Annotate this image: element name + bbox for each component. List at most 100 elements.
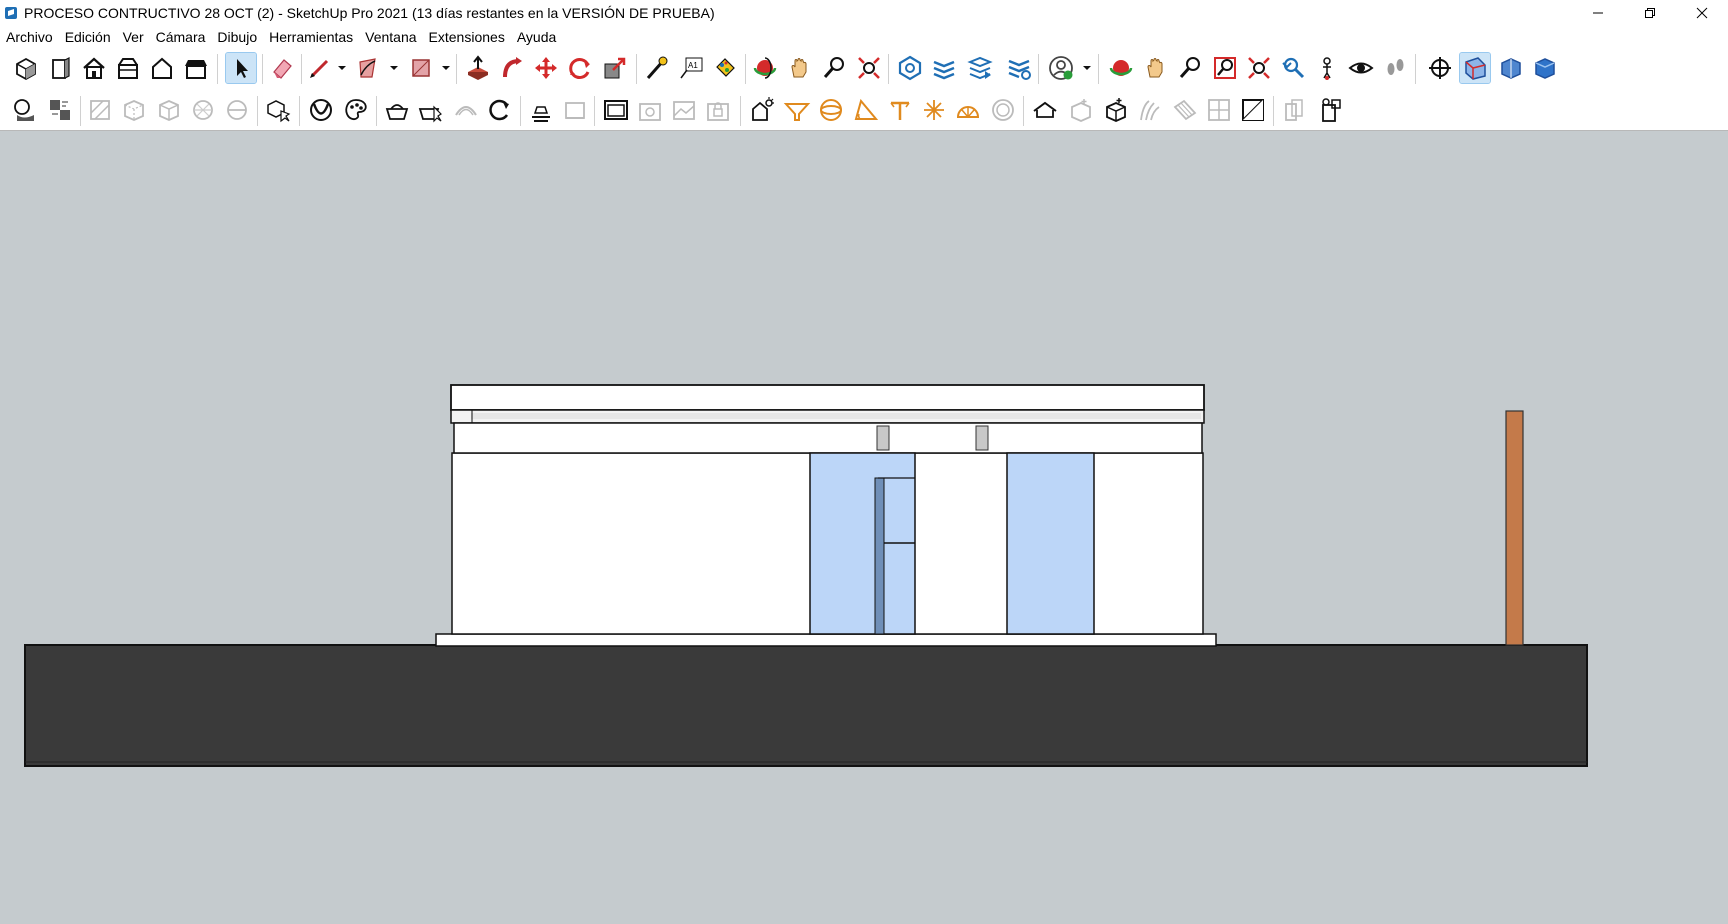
menu-bar: Archivo Edición Ver Cámara Dibujo Herram… [0, 26, 1728, 48]
back-edges-icon[interactable] [119, 95, 149, 125]
beam-support [876, 425, 890, 451]
rotate-icon[interactable] [565, 53, 595, 83]
extension-warehouse-icon[interactable] [965, 53, 995, 83]
materials-icon[interactable] [341, 95, 371, 125]
solar-north-icon[interactable] [747, 95, 777, 125]
protractor-icon[interactable] [851, 95, 881, 125]
dynamic-component-icon[interactable] [560, 95, 590, 125]
restore-icon[interactable] [1624, 0, 1676, 26]
front-view-icon[interactable] [45, 53, 75, 83]
tape-measure-icon[interactable] [641, 53, 671, 83]
sandbox-add-detail-icon[interactable] [485, 95, 515, 125]
walk-icon[interactable] [1380, 53, 1410, 83]
menu-dibujo[interactable]: Dibujo [211, 26, 263, 48]
section-cut-icon[interactable] [1496, 53, 1526, 83]
shadows-icon[interactable] [9, 95, 39, 125]
extension-manager-icon[interactable] [1004, 53, 1034, 83]
follow-me-icon[interactable] [497, 53, 527, 83]
text-icon[interactable]: A1 [676, 53, 706, 83]
box-top-icon[interactable] [181, 53, 211, 83]
zoom-icon[interactable] [819, 53, 849, 83]
sandbox-drape-icon[interactable] [451, 95, 481, 125]
iso-view-icon[interactable] [11, 53, 41, 83]
main-toolbar: A1 [0, 48, 1728, 90]
orbit-alt-icon[interactable] [1106, 53, 1136, 83]
minimize-icon[interactable] [1572, 0, 1624, 26]
styles-icon[interactable] [306, 95, 336, 125]
sandbox-from-contours-icon[interactable] [1135, 95, 1165, 125]
xray-icon[interactable] [85, 95, 115, 125]
unlock-box-icon[interactable] [1066, 95, 1096, 125]
axes-tool-icon[interactable] [919, 95, 949, 125]
door-frame [874, 477, 885, 635]
scene-tab-icon[interactable] [601, 95, 631, 125]
split-icon[interactable] [1279, 95, 1309, 125]
menu-ver[interactable]: Ver [117, 26, 150, 48]
beam [453, 422, 1203, 454]
scale-icon[interactable] [600, 53, 630, 83]
sandbox-smoove-icon[interactable] [382, 95, 412, 125]
pencil-line-icon[interactable] [305, 53, 335, 83]
zoom-window-icon[interactable] [1210, 53, 1240, 83]
menu-ventana[interactable]: Ventana [359, 26, 422, 48]
menu-camara[interactable]: Cámara [150, 26, 212, 48]
open-box-icon[interactable] [113, 53, 143, 83]
section-orange-icon[interactable] [953, 95, 983, 125]
scene-update-icon[interactable] [635, 95, 665, 125]
zoom-extents-icon[interactable] [854, 53, 884, 83]
sphere-icon[interactable] [988, 95, 1018, 125]
layers-icon[interactable] [929, 53, 959, 83]
zoom-alt-icon[interactable] [1175, 53, 1205, 83]
fog-icon[interactable] [45, 95, 75, 125]
make-component-icon[interactable] [263, 95, 293, 125]
rectangle-icon[interactable] [406, 53, 436, 83]
sandbox-flip-edge-icon[interactable] [526, 95, 556, 125]
sun-settings-icon[interactable] [782, 95, 812, 125]
model-viewport[interactable] [0, 131, 1728, 924]
axes-icon[interactable] [1425, 53, 1455, 83]
sketchfab-icon[interactable] [1030, 95, 1060, 125]
secondary-toolbar [0, 90, 1728, 131]
home-outline-icon[interactable] [147, 53, 177, 83]
dimension-icon[interactable] [885, 95, 915, 125]
lock-box-icon[interactable] [1101, 95, 1131, 125]
arc-icon[interactable] [353, 53, 383, 83]
shaded-icon[interactable] [222, 95, 252, 125]
move-icon[interactable] [531, 53, 561, 83]
menu-extensiones[interactable]: Extensiones [423, 26, 511, 48]
push-pull-icon[interactable] [463, 53, 493, 83]
user-account-icon[interactable] [1046, 53, 1076, 83]
menu-herramientas[interactable]: Herramientas [263, 26, 359, 48]
eraser-icon[interactable] [267, 53, 297, 83]
previous-view-icon[interactable] [1278, 53, 1308, 83]
sketchup-app-icon [4, 6, 18, 20]
orbit-icon[interactable] [750, 53, 780, 83]
section-plane-icon[interactable] [1459, 52, 1491, 84]
warehouse-icon[interactable] [895, 53, 925, 83]
menu-ayuda[interactable]: Ayuda [511, 26, 562, 48]
title-bar: PROCESO CONTRUCTIVO 28 OCT (2) - SketchU… [0, 0, 1728, 26]
wireframe-icon[interactable] [154, 95, 184, 125]
intersect-icon[interactable] [1238, 95, 1268, 125]
paint-bucket-icon[interactable] [710, 53, 740, 83]
close-icon[interactable] [1676, 0, 1728, 26]
menu-edicion[interactable]: Edición [59, 26, 117, 48]
circle-tool-icon[interactable] [816, 95, 846, 125]
hidden-line-icon[interactable] [188, 95, 218, 125]
zoom-extents-alt-icon[interactable] [1244, 53, 1274, 83]
trim-icon[interactable] [1314, 95, 1344, 125]
photo-match-edit-icon[interactable] [703, 95, 733, 125]
sandbox-stamp-icon[interactable] [416, 95, 446, 125]
pan-hand-icon[interactable] [785, 53, 815, 83]
menu-archivo[interactable]: Archivo [0, 26, 59, 48]
sandbox-from-scratch-icon[interactable] [1170, 95, 1200, 125]
position-camera-icon[interactable] [1312, 53, 1342, 83]
photo-match-icon[interactable] [669, 95, 699, 125]
building-plinth [435, 633, 1217, 647]
pan-alt-icon[interactable] [1141, 53, 1171, 83]
select-arrow-icon[interactable] [225, 52, 257, 84]
house-icon[interactable] [79, 53, 109, 83]
outer-shell-icon[interactable] [1204, 95, 1234, 125]
look-around-icon[interactable] [1346, 53, 1376, 83]
section-fill-icon[interactable] [1530, 53, 1560, 83]
